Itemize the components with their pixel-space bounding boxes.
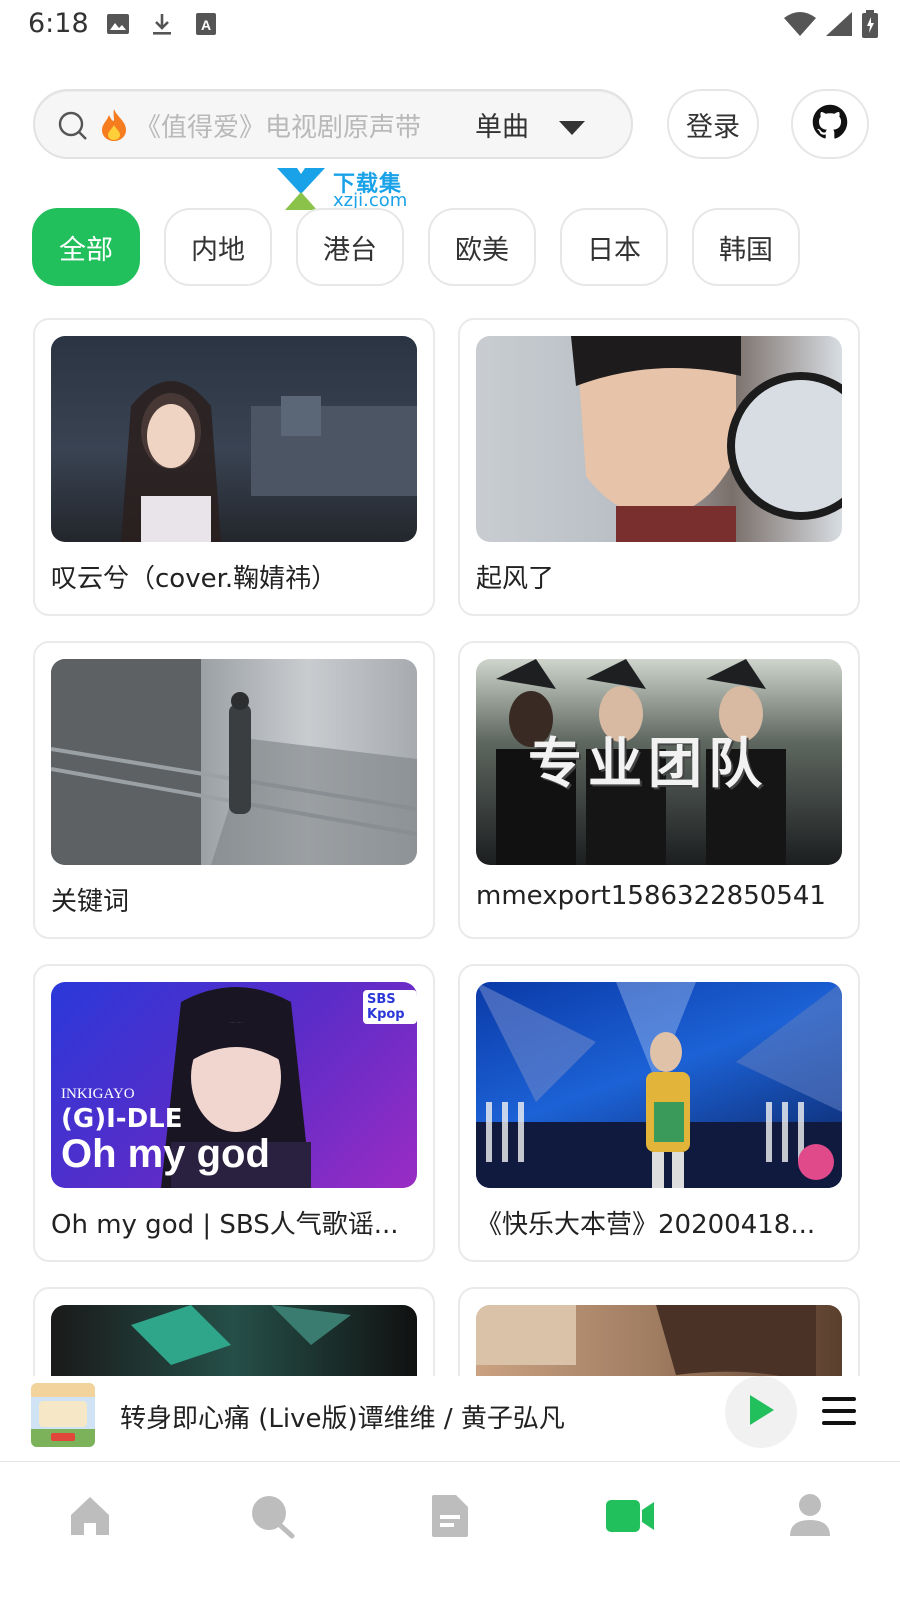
- tab-profile[interactable]: [780, 1488, 840, 1548]
- download-icon: [150, 12, 174, 36]
- video-title: 《快乐大本营》20200418...: [476, 1210, 816, 1240]
- video-card[interactable]: 叹云兮（cover.鞠婧祎）: [33, 318, 435, 616]
- bottom-tab-bar: [0, 1462, 900, 1600]
- tab-search[interactable]: [242, 1488, 302, 1548]
- play-icon: [746, 1393, 776, 1431]
- video-card[interactable]: 关键词: [33, 641, 435, 939]
- tab-document[interactable]: [420, 1488, 480, 1548]
- category-chip-japan[interactable]: 日本: [560, 208, 668, 286]
- category-tabs: 全部 内地 港台 欧美 日本 韩国: [32, 208, 800, 286]
- svg-text:A: A: [201, 17, 211, 33]
- search-placeholder: 《值得爱》电视剧原声带: [135, 113, 422, 143]
- tab-home[interactable]: [60, 1488, 120, 1548]
- document-icon: [430, 1493, 470, 1543]
- status-system-icons: [784, 10, 878, 42]
- now-playing-title: 转身即心痛 (Live版)谭维维 / 黄子弘凡: [120, 1404, 565, 1434]
- category-chip-west[interactable]: 欧美: [428, 208, 536, 286]
- status-bar: 6:18 A: [0, 0, 900, 50]
- search-icon: [248, 1492, 296, 1544]
- video-thumbnail: [51, 336, 417, 542]
- video-title: 关键词: [51, 887, 130, 917]
- status-time: 6:18: [28, 8, 89, 39]
- broadcaster-badge: SBS Kpop: [363, 990, 417, 1024]
- category-chip-mainland[interactable]: 内地: [164, 208, 272, 286]
- tab-video[interactable]: [600, 1488, 660, 1548]
- search-bar[interactable]: 《值得爱》电视剧原声带 单曲: [33, 89, 633, 159]
- video-card[interactable]: SBS Kpop INKIGAYO (G)I-DLE Oh my god Oh …: [33, 964, 435, 1262]
- thumbnail-overlay-text: 专业团队: [528, 732, 768, 795]
- video-thumbnail: [51, 1305, 417, 1376]
- chevron-down-icon[interactable]: [555, 115, 589, 139]
- login-button[interactable]: 登录: [667, 89, 759, 159]
- video-card[interactable]: 起风了: [458, 318, 860, 616]
- category-chip-all[interactable]: 全部: [32, 208, 140, 286]
- video-title: mmexport1586322850541: [476, 881, 826, 911]
- battery-icon: [862, 10, 878, 42]
- user-icon: [788, 1492, 832, 1544]
- status-notification-icons: A: [106, 12, 218, 36]
- video-card[interactable]: 专业团队 mmexport1586322850541: [458, 641, 860, 939]
- mini-player[interactable]: 转身即心痛 (Live版)谭维维 / 黄子弘凡: [0, 1376, 900, 1462]
- thumbnail-overlay-small: INKIGAYO: [61, 1086, 135, 1102]
- play-button[interactable]: [725, 1376, 797, 1448]
- playlist-menu-button[interactable]: [820, 1394, 858, 1430]
- video-thumbnail: SBS Kpop INKIGAYO (G)I-DLE Oh my god: [51, 982, 417, 1188]
- video-title: 起风了: [476, 564, 555, 594]
- image-icon: [106, 12, 130, 36]
- video-title: 叹云兮（cover.鞠婧祎）: [51, 564, 338, 594]
- watermark-logo: 下载集 xzji.com: [275, 166, 425, 214]
- video-icon: [604, 1496, 656, 1540]
- video-thumbnail: 专业团队: [476, 659, 842, 865]
- video-thumbnail: [476, 336, 842, 542]
- search-type-select[interactable]: 单曲: [475, 105, 529, 144]
- video-grid: 叹云兮（cover.鞠婧祎） 起风了 关键词 专业团队 mmexport1586…: [0, 318, 900, 1376]
- home-icon: [67, 1493, 113, 1543]
- fire-icon: [99, 107, 129, 143]
- video-thumbnail: [476, 982, 842, 1188]
- video-title: Oh my god | SBS人气歌谣...: [51, 1210, 399, 1240]
- wifi-icon: [784, 12, 816, 40]
- menu-icon: [820, 1397, 858, 1432]
- album-art[interactable]: [31, 1383, 95, 1447]
- signal-icon: [826, 12, 852, 40]
- thumbnail-overlay-big: Oh my god: [61, 1132, 270, 1176]
- search-icon: [57, 110, 89, 142]
- video-thumbnail: [476, 1305, 842, 1376]
- thumbnail-overlay-mid: (G)I-DLE: [61, 1104, 183, 1134]
- github-icon: [812, 104, 848, 144]
- github-button[interactable]: [791, 89, 869, 159]
- category-chip-hk-tw[interactable]: 港台: [296, 208, 404, 286]
- video-card[interactable]: [33, 1287, 435, 1376]
- video-card[interactable]: [458, 1287, 860, 1376]
- text-a-icon: A: [194, 12, 218, 36]
- category-chip-korea[interactable]: 韩国: [692, 208, 800, 286]
- video-thumbnail: [51, 659, 417, 865]
- video-card[interactable]: 《快乐大本营》20200418...: [458, 964, 860, 1262]
